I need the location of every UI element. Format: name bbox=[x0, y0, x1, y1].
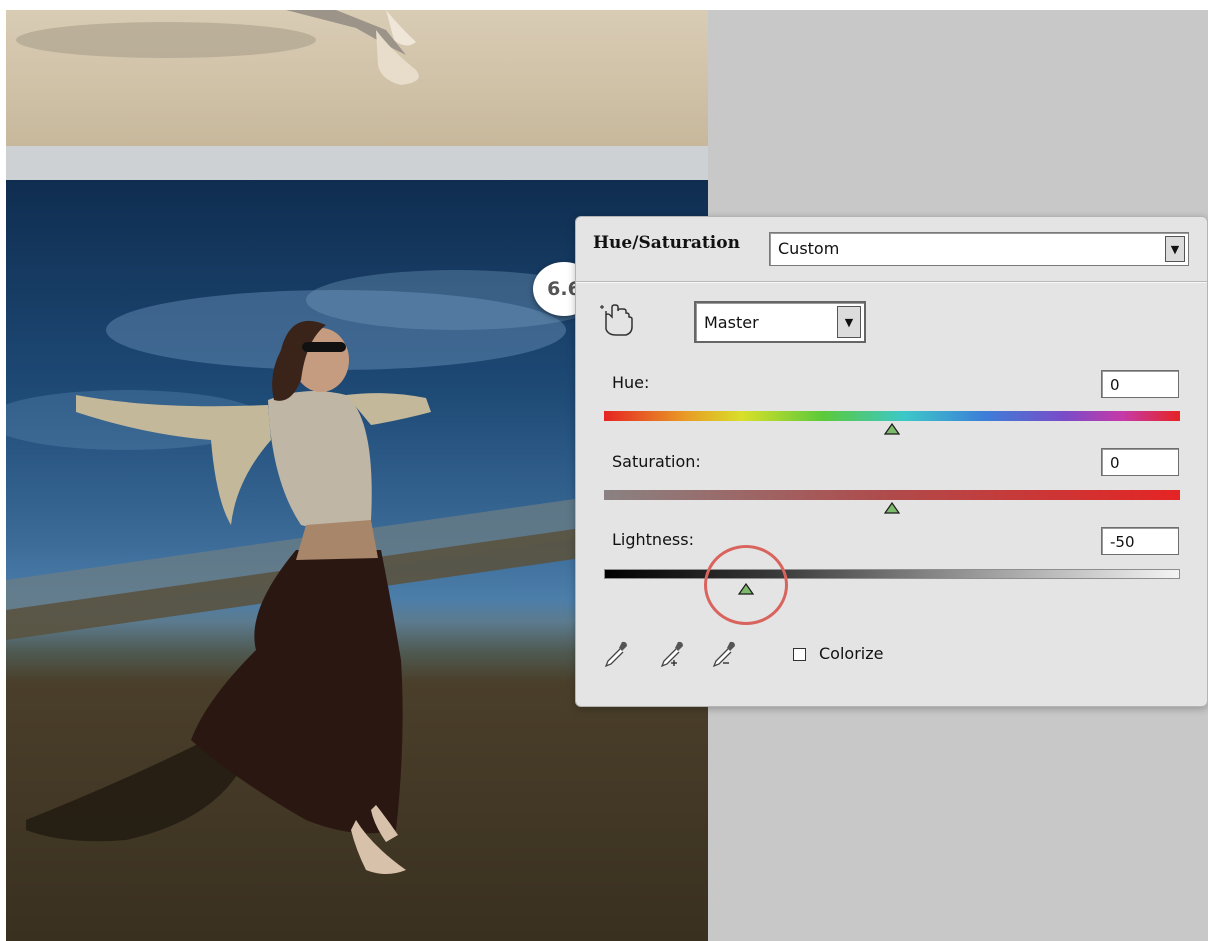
lightness-label: Lightness: bbox=[612, 530, 694, 549]
colorize-checkbox[interactable] bbox=[793, 648, 806, 661]
hue-input[interactable]: 0 bbox=[1101, 370, 1179, 398]
dialog-separator bbox=[576, 281, 1207, 283]
lightness-input[interactable]: -50 bbox=[1101, 527, 1179, 555]
saturation-label: Saturation: bbox=[612, 452, 701, 471]
preset-select-value: Custom bbox=[778, 239, 840, 258]
eyedropper-icon[interactable] bbox=[602, 639, 630, 669]
photo-original-strip bbox=[6, 10, 708, 146]
saturation-slider-track[interactable] bbox=[604, 490, 1180, 500]
photo-original-strip-art bbox=[16, 10, 419, 85]
eyedropper-subtract-icon[interactable] bbox=[710, 639, 738, 669]
photo-divider bbox=[6, 146, 708, 180]
saturation-slider-thumb[interactable] bbox=[884, 502, 900, 514]
dialog-title: Hue/Saturation bbox=[593, 233, 740, 253]
saturation-input[interactable]: 0 bbox=[1101, 448, 1179, 476]
hue-slider-thumb[interactable] bbox=[884, 423, 900, 435]
hue-slider-track[interactable] bbox=[604, 411, 1180, 421]
preset-select[interactable]: Custom ▼ bbox=[769, 232, 1189, 266]
hue-label: Hue: bbox=[612, 373, 650, 392]
hue-saturation-dialog: Hue/Saturation Custom ▼ Master ▼ Hue: 0 … bbox=[575, 216, 1208, 707]
lightness-slider-track[interactable] bbox=[604, 569, 1180, 579]
eyedropper-add-icon[interactable] bbox=[658, 639, 686, 669]
lightness-input-value: -50 bbox=[1110, 533, 1135, 551]
targeted-adjustment-hand-icon[interactable] bbox=[598, 303, 638, 339]
saturation-input-value: 0 bbox=[1110, 454, 1120, 472]
chevron-down-icon[interactable]: ▼ bbox=[837, 306, 861, 338]
hue-input-value: 0 bbox=[1110, 376, 1120, 394]
chevron-down-icon[interactable]: ▼ bbox=[1165, 236, 1185, 262]
edit-channel-value: Master bbox=[704, 313, 759, 332]
highlight-circle bbox=[704, 545, 788, 625]
edit-channel-select[interactable]: Master ▼ bbox=[694, 301, 866, 343]
colorize-label[interactable]: Colorize bbox=[819, 644, 883, 663]
